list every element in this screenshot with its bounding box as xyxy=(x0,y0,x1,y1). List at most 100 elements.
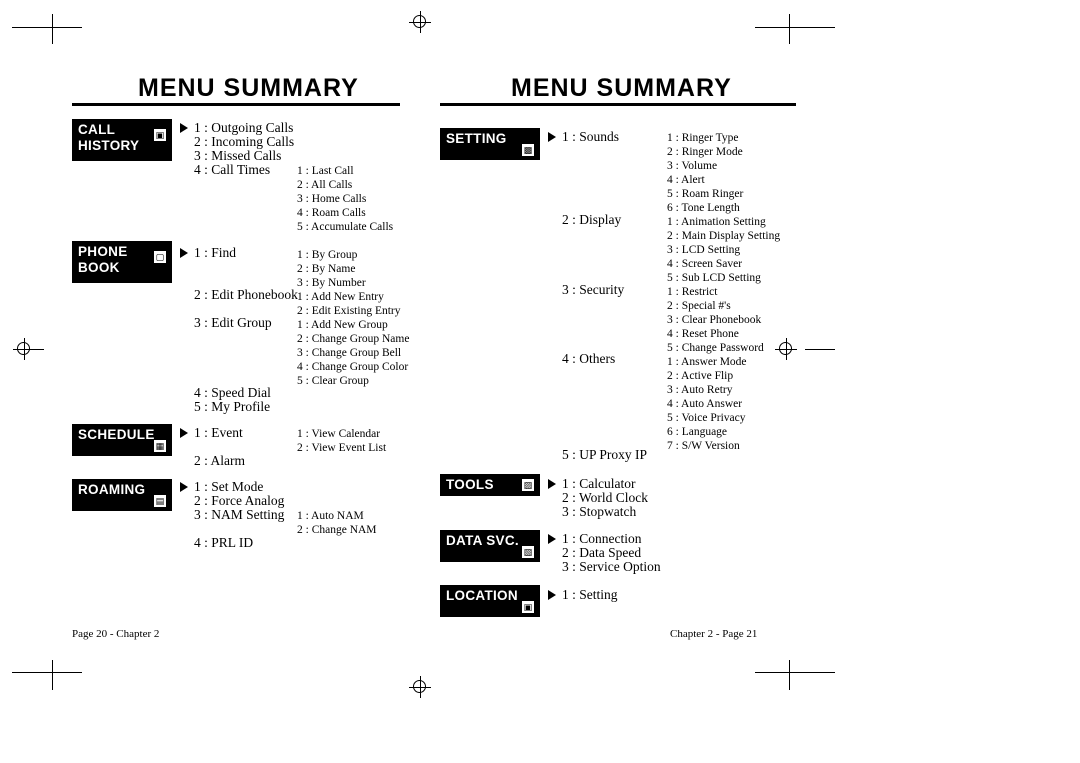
submenu-item-sounds-1[interactable]: 1 : Ringer Type xyxy=(667,131,739,145)
submenu-item-call-times-3[interactable]: 3 : Home Calls xyxy=(297,192,366,206)
section-label-roaming[interactable]: ROAMING ▤ xyxy=(72,479,172,511)
menu-item-setting-3[interactable]: 3 : Security xyxy=(562,283,624,297)
submenu-item-call-times-1[interactable]: 1 : Last Call xyxy=(297,164,354,178)
submenu-item-security-1[interactable]: 1 : Restrict xyxy=(667,285,717,299)
submenu-item-display-4[interactable]: 4 : Screen Saver xyxy=(667,257,742,271)
submenu-item-security-5[interactable]: 5 : Change Password xyxy=(667,341,764,355)
submenu-item-event-1[interactable]: 1 : View Calendar xyxy=(297,427,380,441)
submenu-item-security-2[interactable]: 2 : Special #'s xyxy=(667,299,731,313)
menu-item-phonebook-4[interactable]: 4 : Speed Dial xyxy=(194,386,271,400)
submenu-item-edit-group-4[interactable]: 4 : Change Group Color xyxy=(297,360,408,374)
menu-item-data-svc-2[interactable]: 2 : Data Speed xyxy=(562,546,641,560)
menu-item-call-history-4[interactable]: 4 : Call Times xyxy=(194,163,270,177)
menu-item-roaming-2[interactable]: 2 : Force Analog xyxy=(194,494,284,508)
menu-item-call-history-3[interactable]: 3 : Missed Calls xyxy=(194,149,281,163)
menu-item-roaming-4[interactable]: 4 : PRL ID xyxy=(194,536,253,550)
page-title-right: MENU SUMMARY xyxy=(511,74,732,102)
submenu-item-sounds-4[interactable]: 4 : Alert xyxy=(667,173,705,187)
submenu-item-display-1[interactable]: 1 : Animation Setting xyxy=(667,215,766,229)
phone-history-icon: ▣ xyxy=(153,128,167,142)
menu-item-tools-2[interactable]: 2 : World Clock xyxy=(562,491,648,505)
phonebook-icon: ▢ xyxy=(153,250,167,264)
calendar-icon: ▦ xyxy=(153,439,167,453)
submenu-item-nam-1[interactable]: 1 : Auto NAM xyxy=(297,509,364,523)
menu-item-phonebook-1[interactable]: 1 : Find xyxy=(194,246,236,260)
submenu-item-sounds-5[interactable]: 5 : Roam Ringer xyxy=(667,187,743,201)
submenu-item-others-1[interactable]: 1 : Answer Mode xyxy=(667,355,747,369)
submenu-item-edit-phonebook-1[interactable]: 1 : Add New Entry xyxy=(297,290,384,304)
tools-icon: ▨ xyxy=(521,478,535,492)
registration-mark-left xyxy=(13,338,35,360)
menu-item-phonebook-5[interactable]: 5 : My Profile xyxy=(194,400,270,414)
page-footer-left: Page 20 - Chapter 2 xyxy=(72,628,160,640)
submenu-item-others-3[interactable]: 3 : Auto Retry xyxy=(667,383,733,397)
menu-item-roaming-3[interactable]: 3 : NAM Setting xyxy=(194,508,284,522)
menu-item-schedule-2[interactable]: 2 : Alarm xyxy=(194,454,245,468)
settings-icon: ▩ xyxy=(521,143,535,157)
arrow-call-history xyxy=(180,123,188,133)
title-rule-right xyxy=(440,103,796,106)
submenu-item-nam-2[interactable]: 2 : Change NAM xyxy=(297,523,377,537)
menu-item-tools-1[interactable]: 1 : Calculator xyxy=(562,477,635,491)
submenu-item-call-times-2[interactable]: 2 : All Calls xyxy=(297,178,352,192)
section-label-schedule[interactable]: SCHEDULE ▦ xyxy=(72,424,172,456)
submenu-item-find-2[interactable]: 2 : By Name xyxy=(297,262,355,276)
section-label-call-history[interactable]: CALL HISTORY ▣ xyxy=(72,119,172,161)
arrow-tools xyxy=(548,479,556,489)
submenu-item-display-5[interactable]: 5 : Sub LCD Setting xyxy=(667,271,761,285)
submenu-item-sounds-3[interactable]: 3 : Volume xyxy=(667,159,717,173)
menu-item-setting-5[interactable]: 5 : UP Proxy IP xyxy=(562,448,647,462)
title-rule-left xyxy=(72,103,400,106)
submenu-item-edit-phonebook-2[interactable]: 2 : Edit Existing Entry xyxy=(297,304,401,318)
submenu-item-find-1[interactable]: 1 : By Group xyxy=(297,248,357,262)
submenu-item-others-2[interactable]: 2 : Active Flip xyxy=(667,369,733,383)
menu-item-phonebook-2[interactable]: 2 : Edit Phonebook xyxy=(194,288,298,302)
menu-item-call-history-1[interactable]: 1 : Outgoing Calls xyxy=(194,121,293,135)
menu-item-setting-1[interactable]: 1 : Sounds xyxy=(562,130,619,144)
section-label-location[interactable]: LOCATION ▣ xyxy=(440,585,540,617)
menu-item-data-svc-3[interactable]: 3 : Service Option xyxy=(562,560,661,574)
submenu-item-event-2[interactable]: 2 : View Event List xyxy=(297,441,386,455)
submenu-item-sounds-2[interactable]: 2 : Ringer Mode xyxy=(667,145,743,159)
submenu-item-find-3[interactable]: 3 : By Number xyxy=(297,276,366,290)
arrow-roaming xyxy=(180,482,188,492)
arrow-phone-book xyxy=(180,248,188,258)
menu-item-tools-3[interactable]: 3 : Stopwatch xyxy=(562,505,636,519)
submenu-item-others-6[interactable]: 6 : Language xyxy=(667,425,727,439)
submenu-item-others-4[interactable]: 4 : Auto Answer xyxy=(667,397,742,411)
menu-item-schedule-1[interactable]: 1 : Event xyxy=(194,426,243,440)
menu-item-roaming-1[interactable]: 1 : Set Mode xyxy=(194,480,263,494)
submenu-item-others-5[interactable]: 5 : Voice Privacy xyxy=(667,411,745,425)
section-label-phone-book[interactable]: PHONE BOOK ▢ xyxy=(72,241,172,283)
arrow-location xyxy=(548,590,556,600)
section-label-data-svc[interactable]: DATA SVC. ▧ xyxy=(440,530,540,562)
section-label-setting[interactable]: SETTING ▩ xyxy=(440,128,540,160)
page-footer-right: Chapter 2 - Page 21 xyxy=(670,628,758,640)
submenu-item-edit-group-5[interactable]: 5 : Clear Group xyxy=(297,374,369,388)
menu-item-setting-2[interactable]: 2 : Display xyxy=(562,213,621,227)
submenu-item-call-times-5[interactable]: 5 : Accumulate Calls xyxy=(297,220,393,234)
submenu-item-security-4[interactable]: 4 : Reset Phone xyxy=(667,327,739,341)
data-service-icon: ▧ xyxy=(521,545,535,559)
submenu-item-display-3[interactable]: 3 : LCD Setting xyxy=(667,243,740,257)
right-page: MENU SUMMARY SETTING ▩ 1 : Sounds 2 : Di… xyxy=(410,0,910,763)
arrow-setting xyxy=(548,132,556,142)
menu-item-phonebook-3[interactable]: 3 : Edit Group xyxy=(194,316,272,330)
roaming-icon: ▤ xyxy=(153,494,167,508)
submenu-item-edit-group-1[interactable]: 1 : Add New Group xyxy=(297,318,388,332)
submenu-item-security-3[interactable]: 3 : Clear Phonebook xyxy=(667,313,761,327)
submenu-item-display-2[interactable]: 2 : Main Display Setting xyxy=(667,229,780,243)
submenu-item-call-times-4[interactable]: 4 : Roam Calls xyxy=(297,206,366,220)
submenu-item-others-7[interactable]: 7 : S/W Version xyxy=(667,439,740,453)
menu-item-location-1[interactable]: 1 : Setting xyxy=(562,588,618,602)
section-label-tools[interactable]: TOOLS ▨ xyxy=(440,474,540,496)
arrow-schedule xyxy=(180,428,188,438)
menu-item-setting-4[interactable]: 4 : Others xyxy=(562,352,615,366)
menu-item-data-svc-1[interactable]: 1 : Connection xyxy=(562,532,642,546)
submenu-item-edit-group-3[interactable]: 3 : Change Group Bell xyxy=(297,346,401,360)
submenu-item-sounds-6[interactable]: 6 : Tone Length xyxy=(667,201,740,215)
menu-item-call-history-2[interactable]: 2 : Incoming Calls xyxy=(194,135,294,149)
arrow-data-svc xyxy=(548,534,556,544)
page-title-left: MENU SUMMARY xyxy=(138,74,359,102)
submenu-item-edit-group-2[interactable]: 2 : Change Group Name xyxy=(297,332,409,346)
